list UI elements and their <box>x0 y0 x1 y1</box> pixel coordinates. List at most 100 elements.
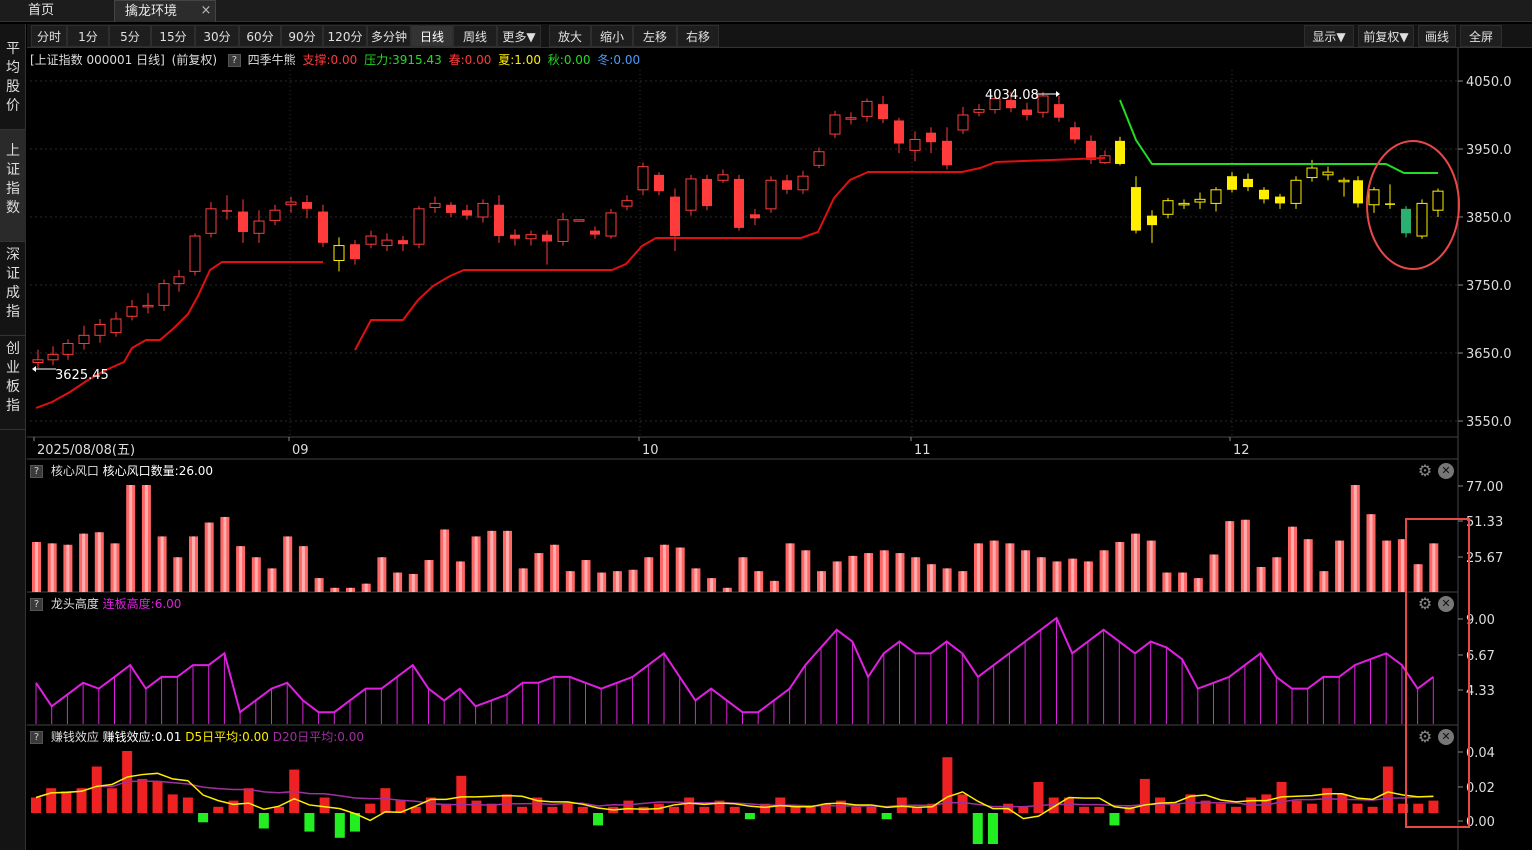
core-bar-hl-16 <box>286 536 290 592</box>
money-bar-2 <box>61 791 72 813</box>
money-bar-12 <box>213 806 224 813</box>
core-bar-hl-30 <box>506 530 509 592</box>
candle-body-59 <box>973 109 985 113</box>
money-bar-89 <box>1382 766 1393 813</box>
toolbar-btn-4[interactable]: 30分 <box>195 25 239 47</box>
candle-body-54 <box>894 120 904 144</box>
toolbar-btn-2[interactable]: 5分 <box>109 25 151 47</box>
toolbar-btn-15[interactable]: 右移 <box>677 25 719 47</box>
core-value: 核心风口数量:26.00 <box>102 464 214 478</box>
money-bar-69 <box>1079 806 1090 813</box>
price-label-4: 3650.0 <box>1466 347 1512 362</box>
sidenav-item-shanghai[interactable]: 上证指数 <box>0 130 26 242</box>
core-bar-86 <box>1382 540 1392 592</box>
money-bar-75 <box>1170 803 1181 813</box>
sidenav-item-chinext[interactable]: 创业板指 <box>0 336 26 430</box>
chart-canvas[interactable]: 4050.0 3950.0 3850.0 3750.0 3650.0 3550.0 2025… <box>0 0 1532 850</box>
money-bar-70 <box>1094 806 1105 813</box>
core-help-icon[interactable]: ? <box>30 465 43 478</box>
candle-body-5 <box>110 318 122 334</box>
candle-body-36 <box>605 212 617 237</box>
money-bar-11 <box>198 813 209 823</box>
toolbar-btn-12[interactable]: 放大 <box>549 25 591 47</box>
tab-home[interactable]: 首页 <box>18 0 64 22</box>
money-bar-83 <box>1291 800 1302 813</box>
core-bar-hl-4 <box>97 532 101 592</box>
candle-body-17 <box>302 202 312 209</box>
help-icon[interactable]: ? <box>227 54 241 67</box>
core-bar-17 <box>298 546 308 592</box>
support-line-seg-2 <box>354 157 1106 351</box>
core-bar-hl-62 <box>1008 543 1012 592</box>
core-bar-hl-43 <box>710 578 714 592</box>
core-bar-hl-78 <box>1259 566 1263 592</box>
gear-icon[interactable]: ⚙ <box>1417 596 1433 612</box>
tab-close-icon[interactable]: × <box>198 3 214 19</box>
candle-body-86 <box>1401 208 1411 234</box>
adjust-label: (前复权) <box>171 53 218 67</box>
gear-icon[interactable]: ⚙ <box>1417 463 1433 479</box>
side-nav: 平均股价 上证指数 深证成指 创业板指 <box>0 24 26 850</box>
money-d20: D20日平均:0.00 <box>272 730 365 744</box>
core-bar-67 <box>1083 561 1093 592</box>
toolbar-btn-3[interactable]: 15分 <box>151 25 195 47</box>
money-bar-29 <box>471 800 482 813</box>
candle-body-31 <box>525 234 537 240</box>
candle-body-14 <box>253 220 265 234</box>
dragon-help-icon[interactable]: ? <box>30 598 43 611</box>
core-bar-11 <box>204 522 214 592</box>
core-bar-hl-46 <box>757 571 761 592</box>
close-circle-icon[interactable]: ✕ <box>1438 463 1454 479</box>
toolbar-btn-9[interactable]: 日线 <box>411 25 453 47</box>
support-value: 支撑:0.00 <box>302 53 358 67</box>
core-bar-21 <box>361 583 371 592</box>
high-annotation: 4034.08 <box>985 88 1039 103</box>
core-bar-hl-67 <box>1086 561 1090 592</box>
toolbar-btn-13[interactable]: 缩小 <box>591 25 633 47</box>
toolbar-btn-6[interactable]: 90分 <box>281 25 323 47</box>
sidenav-item-avg-price[interactable]: 平均股价 <box>0 36 26 130</box>
money-help-icon[interactable]: ? <box>30 731 43 744</box>
core-axis-label-1: 51.33 <box>1466 515 1503 530</box>
toolbar-btn-11[interactable]: 更多▼ <box>497 25 541 47</box>
money-ma5-line <box>35 772 1434 822</box>
candle-body-78 <box>1275 196 1285 204</box>
core-bar-hl-50 <box>820 571 823 592</box>
close-circle-icon[interactable]: ✕ <box>1438 596 1454 612</box>
core-bar-hl-70 <box>1134 533 1137 592</box>
core-bar-hl-82 <box>1322 571 1326 592</box>
core-bar-hl-44 <box>725 587 729 592</box>
toolbar-right-btn-1[interactable]: 前复权▼ <box>1358 25 1414 47</box>
sidenav-item-shenzhen[interactable]: 深证成指 <box>0 242 26 336</box>
core-bar-hl-59 <box>961 571 965 592</box>
core-bar-89 <box>1429 543 1439 592</box>
toolbar-right-btn-2[interactable]: 画线 <box>1418 25 1456 47</box>
toolbar-btn-0[interactable]: 分时 <box>31 25 67 47</box>
candle-body-69 <box>1131 187 1141 231</box>
toolbar-btn-1[interactable]: 1分 <box>67 25 109 47</box>
toolbar-btn-7[interactable]: 120分 <box>323 25 367 47</box>
money-bar-25 <box>410 806 421 813</box>
core-bar-hl-57 <box>929 564 933 592</box>
gear-icon[interactable]: ⚙ <box>1417 729 1433 745</box>
candle-body-25 <box>429 202 441 208</box>
close-circle-icon[interactable]: ✕ <box>1438 729 1454 745</box>
toolbar-right-btn-3[interactable]: 全屏 <box>1460 25 1502 47</box>
toolbar-btn-14[interactable]: 左移 <box>633 25 677 47</box>
money-bar-15 <box>258 813 269 829</box>
core-bar-72 <box>1162 572 1172 592</box>
core-bar-hl-65 <box>1055 561 1059 592</box>
money-bar-23 <box>380 788 391 813</box>
core-bar-hl-56 <box>914 557 918 592</box>
core-bar-hl-83 <box>1338 540 1342 592</box>
toolbar-right-btn-0[interactable]: 显示▼ <box>1304 25 1354 47</box>
money-name: 赚钱效应 <box>50 730 99 744</box>
money-bar-9 <box>167 794 178 813</box>
toolbar-btn-10[interactable]: 周线 <box>453 25 497 47</box>
money-bar-47 <box>744 813 755 820</box>
toolbar-btn-8[interactable]: 多分钟 <box>367 25 411 47</box>
core-bar-hl-22 <box>380 557 384 592</box>
candle-body-66 <box>1086 140 1096 160</box>
toolbar-btn-5[interactable]: 60分 <box>239 25 281 47</box>
candle-body-27 <box>462 210 472 216</box>
